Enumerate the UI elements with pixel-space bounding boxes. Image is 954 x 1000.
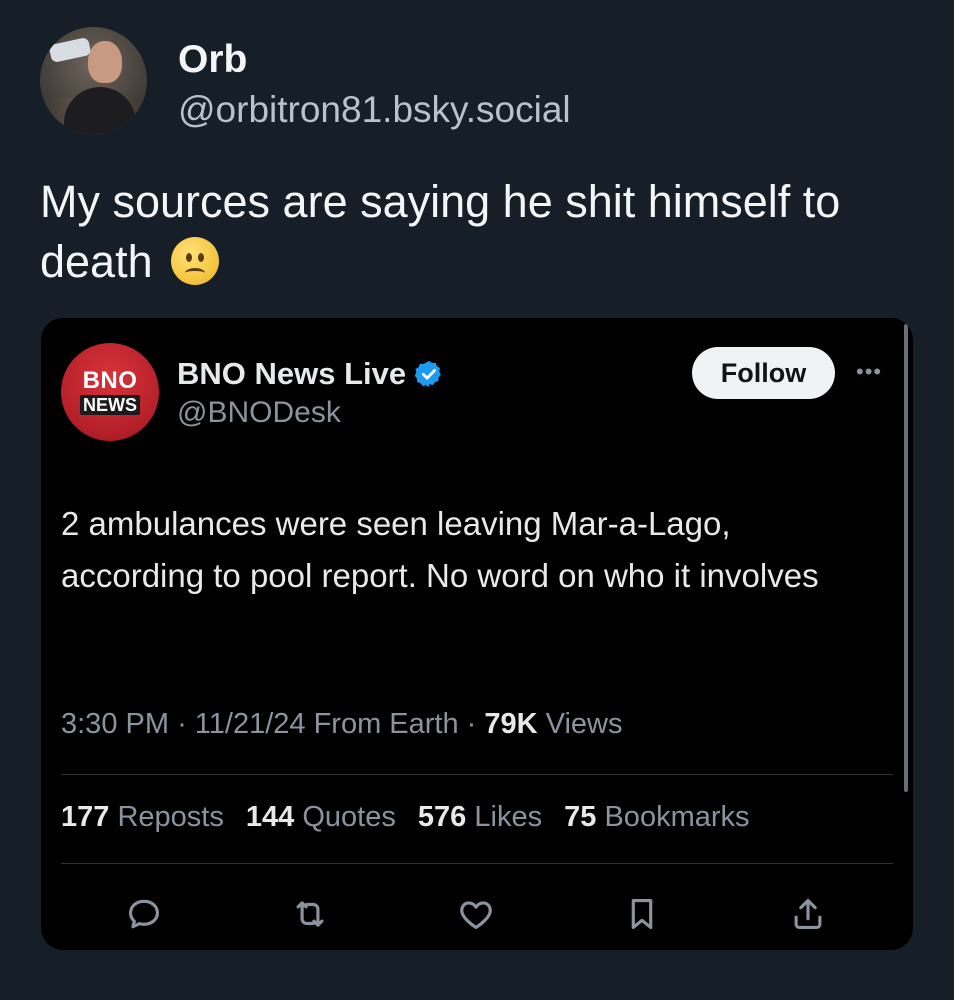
repost-icon[interactable] [288,892,332,936]
tweet-meta: 3:30 PM · 11/21/24 From Earth · 79K View… [61,708,623,740]
views-count: 79K [484,708,538,740]
verified-badge-icon [414,360,441,388]
embed-tweet-text: 2 ambulances were seen leaving Mar-a-Lag… [61,505,819,594]
post-text-body: My sources are saying he shit himself to… [40,176,841,287]
tweet-date[interactable]: 11/21/24 [195,708,306,740]
logo-text-bottom: NEWS [80,395,140,415]
divider [61,774,893,775]
frowning-face-emoji-icon [171,237,220,285]
quotes-stat[interactable]: 144 Quotes [246,801,396,833]
tweet-time[interactable]: 3:30 PM [61,708,169,740]
author-handle[interactable]: @orbitron81.bsky.social [178,89,571,131]
embed-author-name[interactable]: BNO News Live [177,356,444,392]
embed-author-handle[interactable]: @BNODesk [177,396,341,430]
bno-news-logo-avatar[interactable]: BNO NEWS [61,343,159,441]
scrollbar[interactable] [904,324,908,792]
reply-icon[interactable] [122,892,166,936]
bookmark-icon[interactable] [620,892,664,936]
follow-button[interactable]: Follow [692,347,835,399]
reposts-stat[interactable]: 177 Reposts [61,801,224,833]
screenshot: Orb @orbitron81.bsky.social My sources a… [0,0,954,1000]
embedded-tweet-card[interactable]: BNO NEWS BNO News Live @BNODesk Follow •… [41,318,913,950]
views-label: Views [545,708,623,740]
author-display-name[interactable]: Orb [178,38,247,82]
action-bar [41,888,913,938]
like-icon[interactable] [454,892,498,936]
share-icon[interactable] [786,892,830,936]
divider [61,863,893,864]
likes-stat[interactable]: 576 Likes [418,801,542,833]
tweet-source: From Earth [313,708,459,740]
logo-text-top: BNO [82,367,138,394]
bookmarks-stat[interactable]: 75 Bookmarks [564,801,749,833]
avatar[interactable] [40,27,147,134]
post-text: My sources are saying he shit himself to… [40,172,920,292]
engagement-stats: 177 Reposts 144 Quotes 576 Likes 75 Book… [61,801,764,834]
more-options-icon[interactable]: ••• [856,361,892,383]
embed-author-name-text: BNO News Live [177,356,407,391]
